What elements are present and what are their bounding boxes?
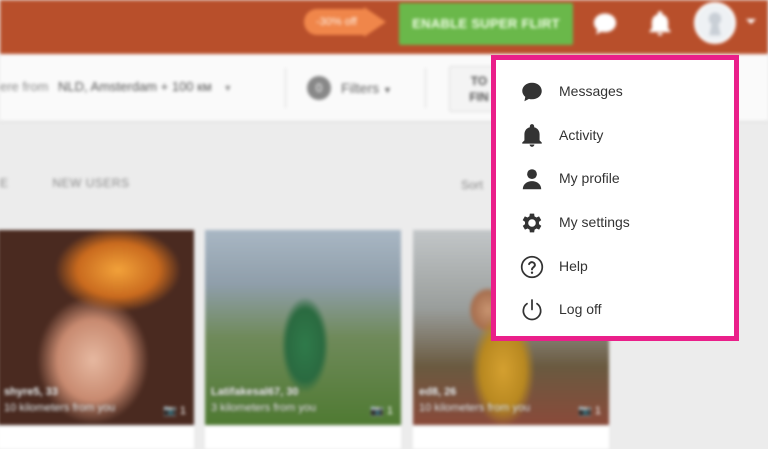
chevron-down-icon: ▼: [223, 83, 233, 93]
avatar-silhouette-icon: [708, 12, 722, 36]
chevron-down-icon[interactable]: [746, 19, 756, 24]
gear-icon: [522, 213, 542, 233]
menu-item-messages[interactable]: Messages: [496, 69, 734, 113]
divider: [425, 68, 426, 108]
menu-item-help[interactable]: Help: [496, 244, 734, 288]
card-actions: [413, 425, 609, 449]
location-value: NLD, Amsterdam + 100 км: [58, 79, 212, 94]
card-actions: [205, 425, 401, 449]
user-distance: 10 kilometers from you: [419, 402, 531, 414]
user-name: Latifakesal67, 30: [211, 386, 299, 398]
user-dropdown-menu: Messages Activity My profile My settings: [491, 55, 739, 341]
menu-item-label: Activity: [559, 126, 604, 143]
photo-count: 📷 1: [370, 405, 393, 417]
user-distance: 3 kilometers from you: [211, 402, 317, 414]
filters-label: Filters ▼: [341, 80, 392, 96]
promo-badge-label: -30% off: [304, 9, 366, 35]
user-caption: shyre5, 33 10 kilometers from you: [4, 386, 115, 414]
promo-arrow-icon: [364, 7, 386, 37]
photo-count: 📷 1: [578, 405, 601, 417]
photo-count: 📷 1: [163, 405, 186, 417]
filters-count: 0: [307, 76, 331, 100]
menu-item-my-settings[interactable]: My settings: [496, 200, 734, 244]
bell-icon[interactable]: [646, 10, 674, 38]
user-name: shyre5, 33: [4, 386, 58, 398]
user-card[interactable]: Latifakesal67, 30 3 kilometers from you …: [205, 230, 401, 449]
enable-super-flirt-button[interactable]: ENABLE SUPER FLIRT: [399, 3, 573, 45]
location-prefix: ere from: [0, 79, 49, 94]
location-filter[interactable]: ere from NLD, Amsterdam + 100 км ▼: [0, 79, 232, 94]
user-caption: ed8, 26 10 kilometers from you: [419, 386, 530, 414]
card-actions: [0, 425, 194, 449]
person-icon: [522, 169, 542, 190]
divider: [285, 68, 286, 108]
user-caption: Latifakesal67, 30 3 kilometers from you: [211, 386, 316, 414]
user-distance: 10 kilometers from you: [4, 402, 116, 414]
user-name: ed8, 26: [419, 386, 457, 398]
tab-partial[interactable]: E: [0, 176, 9, 190]
chat-bubble-icon: [522, 82, 542, 102]
chat-bubble-icon[interactable]: [591, 10, 619, 38]
menu-item-label: My settings: [559, 214, 630, 231]
promo-badge[interactable]: -30% off: [304, 7, 386, 37]
results-tabs: E NEW USERS: [0, 176, 130, 190]
chevron-down-icon: ▼: [383, 85, 392, 95]
tab-new-users[interactable]: NEW USERS: [52, 176, 129, 190]
menu-item-label: Help: [559, 257, 588, 274]
avatar[interactable]: [694, 2, 736, 44]
user-card[interactable]: shyre5, 33 10 kilometers from you 📷 1: [0, 230, 194, 449]
menu-item-my-profile[interactable]: My profile: [496, 156, 734, 200]
menu-item-label: My profile: [559, 170, 620, 187]
menu-item-log-off[interactable]: Log off: [496, 287, 734, 331]
power-icon: [522, 299, 542, 321]
menu-item-activity[interactable]: Activity: [496, 113, 734, 157]
question-circle-icon: [520, 255, 544, 278]
menu-item-label: Log off: [559, 301, 602, 318]
menu-item-label: Messages: [559, 83, 623, 99]
top-bar: -30% off ENABLE SUPER FLIRT: [0, 0, 768, 54]
sort-label[interactable]: Sort: [461, 178, 483, 192]
bell-icon: [522, 123, 542, 147]
